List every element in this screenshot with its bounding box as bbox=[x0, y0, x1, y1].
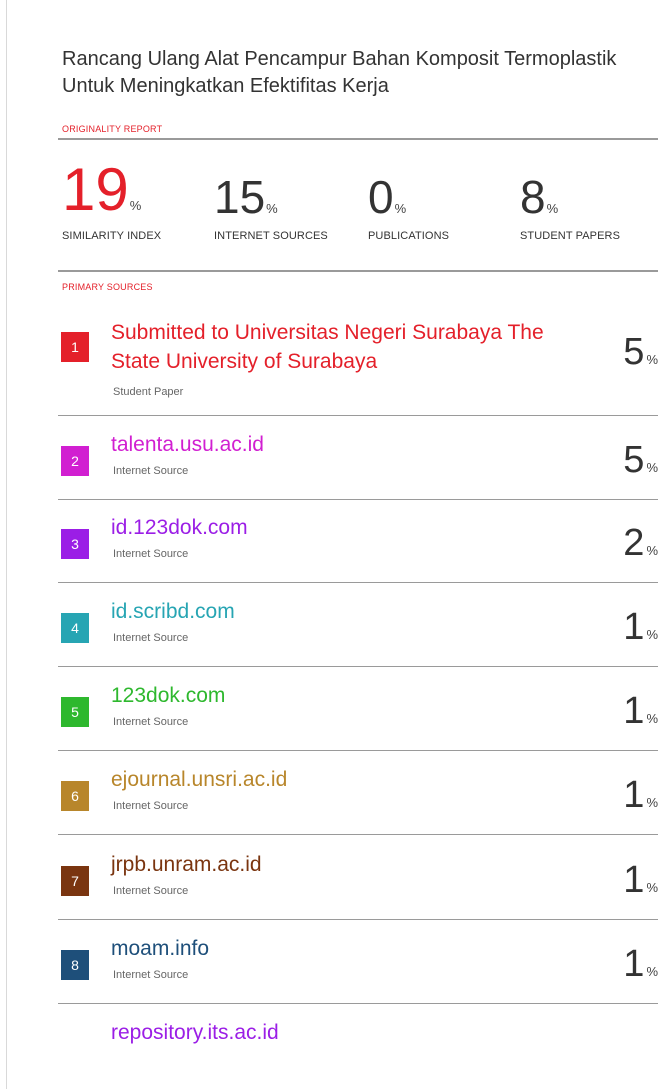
source-percent: 1% bbox=[623, 943, 658, 985]
source-title[interactable]: id.123dok.com bbox=[111, 513, 248, 542]
source-row: 8 moam.info Internet Source 1% bbox=[58, 934, 658, 1004]
row-divider bbox=[58, 582, 658, 583]
source-percent: 1% bbox=[623, 859, 658, 901]
source-percent: 1% bbox=[623, 774, 658, 816]
source-title[interactable]: jrpb.unram.ac.id bbox=[111, 850, 262, 879]
page-left-border bbox=[6, 0, 7, 1089]
source-percent: 1% bbox=[623, 606, 658, 648]
source-title[interactable]: talenta.usu.ac.id bbox=[111, 430, 264, 459]
source-row: 7 jrpb.unram.ac.id Internet Source 1% bbox=[58, 850, 658, 920]
student-papers-label: STUDENT PAPERS bbox=[520, 230, 621, 242]
source-type: Internet Source bbox=[113, 716, 189, 728]
source-title[interactable]: 123dok.com bbox=[111, 681, 225, 710]
source-type: Internet Source bbox=[113, 465, 189, 477]
primary-sources-label: PRIMARY SOURCES bbox=[62, 282, 153, 292]
source-percent: 5% bbox=[623, 439, 658, 481]
stat-similarity-index: 19% SIMILARITY INDEX bbox=[62, 160, 161, 243]
source-rank-badge: 5 bbox=[61, 697, 89, 727]
source-rank-badge: 1 bbox=[61, 332, 89, 362]
originality-rule bbox=[58, 138, 658, 140]
source-type: Internet Source bbox=[113, 548, 189, 560]
source-rank-badge: 7 bbox=[61, 866, 89, 896]
source-row: 1 Submitted to Universitas Negeri Suraba… bbox=[58, 318, 658, 416]
source-type: Student Paper bbox=[113, 386, 184, 398]
source-title[interactable]: id.scribd.com bbox=[111, 597, 235, 626]
source-type: Internet Source bbox=[113, 885, 189, 897]
source-rank-badge: 8 bbox=[61, 950, 89, 980]
primary-sources-rule bbox=[58, 270, 658, 272]
source-percent: 2% bbox=[623, 522, 658, 564]
source-rank-badge: 6 bbox=[61, 781, 89, 811]
publications-value: 0 bbox=[368, 171, 394, 223]
source-title[interactable]: moam.info bbox=[111, 934, 209, 963]
row-divider bbox=[58, 666, 658, 667]
source-title[interactable]: ejournal.unsri.ac.id bbox=[111, 765, 287, 794]
percent-sign: % bbox=[546, 201, 559, 216]
source-rank-badge: 3 bbox=[61, 529, 89, 559]
stat-student-papers: 8% STUDENT PAPERS bbox=[520, 171, 620, 242]
source-row: 5 123dok.com Internet Source 1% bbox=[58, 681, 658, 751]
source-row: 6 ejournal.unsri.ac.id Internet Source 1… bbox=[58, 765, 658, 835]
row-divider bbox=[58, 834, 658, 835]
source-rank-badge: 4 bbox=[61, 613, 89, 643]
internet-sources-value: 15 bbox=[214, 171, 266, 223]
similarity-index-value: 19 bbox=[62, 156, 129, 223]
source-row: repository.its.ac.id bbox=[58, 1018, 658, 1058]
source-type: Internet Source bbox=[113, 969, 189, 981]
source-title[interactable]: repository.its.ac.id bbox=[111, 1018, 279, 1047]
source-row: 4 id.scribd.com Internet Source 1% bbox=[58, 597, 658, 667]
source-percent: 1% bbox=[623, 690, 658, 732]
document-title: Rancang Ulang Alat Pencampur Bahan Kompo… bbox=[62, 48, 617, 97]
publications-label: PUBLICATIONS bbox=[368, 230, 450, 242]
source-row: 3 id.123dok.com Internet Source 2% bbox=[58, 513, 658, 583]
percent-sign: % bbox=[394, 201, 407, 216]
originality-report-label: ORIGINALITY REPORT bbox=[62, 124, 163, 134]
row-divider bbox=[58, 1003, 658, 1004]
source-title[interactable]: Submitted to Universitas Negeri Surabaya… bbox=[111, 318, 591, 376]
row-divider bbox=[58, 499, 658, 500]
source-type: Internet Source bbox=[113, 800, 189, 812]
stat-publications: 0% PUBLICATIONS bbox=[368, 171, 449, 242]
source-rank-badge: 2 bbox=[61, 446, 89, 476]
row-divider bbox=[58, 919, 658, 920]
percent-sign: % bbox=[129, 198, 142, 213]
stat-internet-sources: 15% INTERNET SOURCES bbox=[214, 171, 328, 242]
student-papers-value: 8 bbox=[520, 171, 546, 223]
similarity-index-label: SIMILARITY INDEX bbox=[62, 230, 162, 242]
source-row: 2 talenta.usu.ac.id Internet Source 5% bbox=[58, 430, 658, 500]
source-type: Internet Source bbox=[113, 632, 189, 644]
percent-sign: % bbox=[266, 201, 278, 216]
row-divider bbox=[58, 750, 658, 751]
source-percent: 5% bbox=[623, 331, 658, 373]
internet-sources-label: INTERNET SOURCES bbox=[214, 230, 328, 242]
row-divider bbox=[58, 415, 658, 416]
